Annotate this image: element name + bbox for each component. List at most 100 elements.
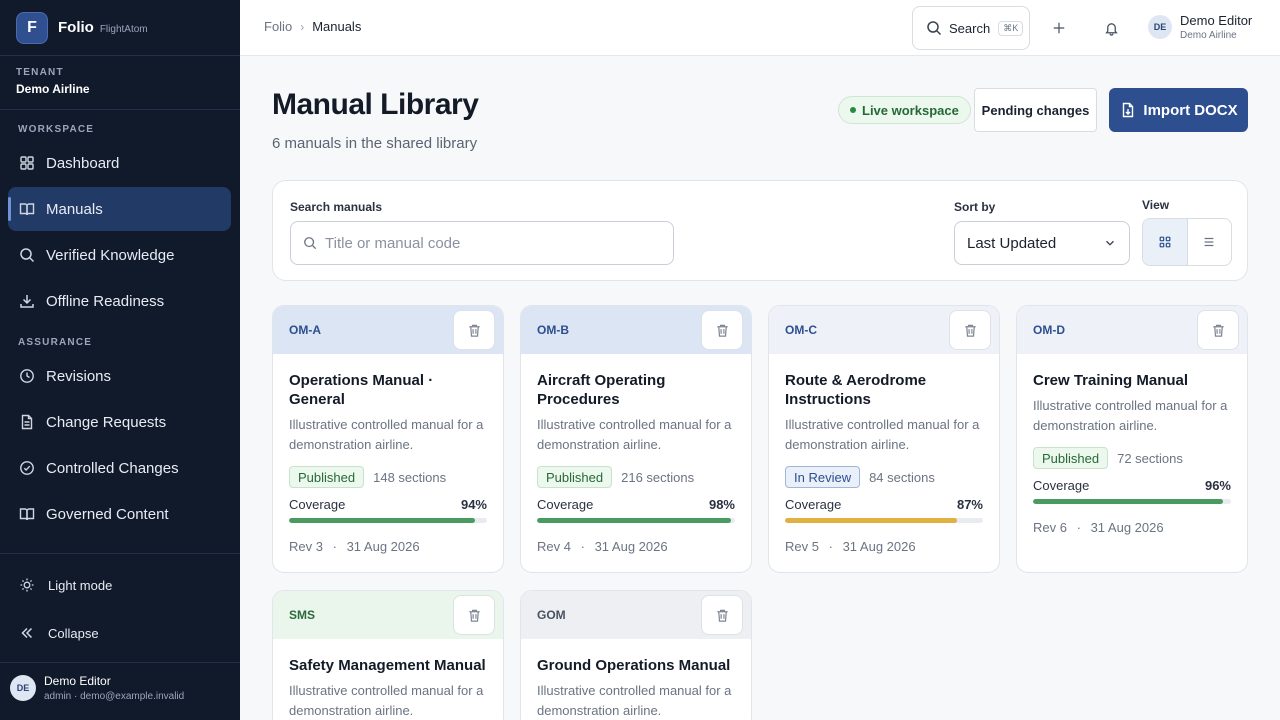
- manual-card[interactable]: OM-D Crew Training Manual Illustrative c…: [1016, 305, 1248, 573]
- tenant-label: TENANT: [16, 67, 64, 78]
- filter-panel: Search manuals Sort by Last Updated View: [272, 180, 1248, 281]
- revision-date: 31 Aug 2026: [594, 539, 668, 554]
- search-icon: [18, 246, 36, 264]
- section-label-workspace: WORKSPACE: [18, 124, 95, 135]
- revision: Rev 4: [537, 539, 571, 554]
- sidebar-item-governed-content[interactable]: Governed Content: [8, 492, 231, 536]
- manual-description: Illustrative controlled manual for a dem…: [537, 417, 732, 452]
- live-workspace-badge: Live workspace: [838, 96, 971, 124]
- double-chevron-left-icon: [18, 624, 36, 642]
- delete-button[interactable]: [701, 310, 743, 350]
- manual-description: Illustrative controlled manual for a dem…: [1033, 398, 1228, 433]
- sort-select[interactable]: Last Updated: [954, 221, 1130, 265]
- delete-button[interactable]: [1197, 310, 1239, 350]
- sidebar-item-offline-readiness[interactable]: Offline Readiness: [8, 279, 231, 323]
- list-icon: [1204, 237, 1214, 247]
- coverage-bar: [537, 518, 735, 523]
- book-icon: [18, 200, 36, 218]
- delete-button[interactable]: [701, 595, 743, 635]
- delete-button[interactable]: [949, 310, 991, 350]
- page-subtitle: 6 manuals in the shared library: [272, 135, 478, 152]
- sidebar-item-label: Controlled Changes: [46, 459, 179, 477]
- manual-card[interactable]: OM-C Route & Aerodrome Instructions Illu…: [768, 305, 1000, 573]
- bell-icon: [1104, 22, 1118, 36]
- manual-description: Illustrative controlled manual for a dem…: [785, 417, 980, 452]
- sidebar-user[interactable]: DE Demo Editor admin · demo@example.inva…: [10, 674, 184, 702]
- manual-code: OM-D: [1033, 323, 1065, 337]
- sidebar-item-label: Verified Knowledge: [46, 246, 175, 264]
- sidebar-item-label: Dashboard: [46, 154, 120, 172]
- document-icon: [18, 413, 36, 431]
- sidebar-item-verified-knowledge[interactable]: Verified Knowledge: [8, 233, 231, 277]
- collapse-label: Collapse: [48, 625, 99, 641]
- manual-code: OM-C: [785, 323, 817, 337]
- clock-icon: [18, 367, 36, 385]
- manual-card[interactable]: OM-B Aircraft Operating Procedures Illus…: [520, 305, 752, 573]
- user-meta: admin · demo@example.invalid: [44, 691, 185, 702]
- user-menu[interactable]: DE Demo Editor Demo Airline: [1148, 13, 1252, 41]
- manual-code: OM-A: [289, 323, 321, 337]
- coverage-percent: 98%: [708, 497, 735, 512]
- breadcrumb-root[interactable]: Folio: [264, 19, 292, 34]
- coverage-bar: [785, 518, 983, 523]
- sidebar-item-controlled-changes[interactable]: Controlled Changes: [8, 446, 231, 490]
- search-icon: [925, 19, 943, 37]
- sidebar-item-change-requests[interactable]: Change Requests: [8, 400, 231, 444]
- live-workspace-label: Live workspace: [862, 102, 959, 118]
- view-toggle: [1142, 218, 1232, 266]
- list-view-button[interactable]: [1188, 219, 1232, 265]
- coverage-label: Coverage: [289, 497, 346, 512]
- manual-description: Illustrative controlled manual for a dem…: [289, 683, 484, 718]
- collapse-button[interactable]: Collapse: [18, 624, 99, 642]
- revision-date: 31 Aug 2026: [1090, 520, 1164, 535]
- coverage-bar: [289, 518, 487, 523]
- status-badge: Published: [537, 466, 613, 488]
- status-dot-icon: [850, 107, 856, 113]
- manual-card[interactable]: SMS Safety Management Manual Illustrativ…: [272, 590, 504, 720]
- revision: Rev 3: [289, 539, 323, 554]
- manual-card[interactable]: OM-A Operations Manual · General Illustr…: [272, 305, 504, 573]
- manual-description: Illustrative controlled manual for a dem…: [537, 683, 732, 718]
- coverage-percent: 87%: [956, 497, 983, 512]
- user-name: Demo Editor: [44, 674, 111, 688]
- avatar: DE: [10, 675, 36, 701]
- manual-code: GOM: [537, 608, 566, 622]
- chevron-right-icon: ›: [300, 19, 305, 34]
- grid-view-button[interactable]: [1143, 219, 1188, 265]
- notifications-button[interactable]: [1100, 17, 1122, 39]
- status-badge: In Review: [785, 466, 861, 488]
- global-search-button[interactable]: Search ⌘K: [912, 6, 1030, 50]
- tenant-block: TENANT Demo Airline: [16, 67, 90, 96]
- search-manuals-label: Search manuals: [290, 200, 383, 214]
- brand[interactable]: F Folio FlightAtom: [0, 0, 240, 56]
- delete-button[interactable]: [453, 595, 495, 635]
- sidebar-item-manuals[interactable]: Manuals: [8, 187, 231, 231]
- add-button[interactable]: [1048, 17, 1070, 39]
- manual-card[interactable]: GOM Ground Operations Manual Illustrativ…: [520, 590, 752, 720]
- light-mode-label: Light mode: [48, 577, 113, 593]
- sort-value: Last Updated: [967, 234, 1057, 252]
- search-manuals-field[interactable]: [290, 221, 674, 265]
- sidebar-item-revisions[interactable]: Revisions: [8, 354, 231, 398]
- topbar: Folio › Manuals Search ⌘K DE Demo Editor…: [240, 0, 1280, 56]
- breadcrumb-current: Manuals: [312, 19, 362, 34]
- breadcrumb: Folio › Manuals: [264, 19, 361, 34]
- coverage-label: Coverage: [1033, 478, 1090, 493]
- manual-title: Safety Management Manual: [289, 657, 486, 674]
- user-name: Demo Editor: [1180, 13, 1253, 28]
- manual-title: Aircraft Operating Procedures: [537, 372, 666, 408]
- status-badge: Published: [289, 466, 365, 488]
- sidebar-divider: [0, 553, 240, 554]
- light-mode-toggle[interactable]: Light mode: [18, 576, 112, 594]
- import-docx-button[interactable]: Import DOCX: [1109, 88, 1248, 132]
- coverage-bar: [1033, 499, 1231, 504]
- separator: ·: [1076, 520, 1081, 535]
- separator: ·: [332, 539, 337, 554]
- user-org: Demo Airline: [1180, 30, 1237, 41]
- pending-changes-button[interactable]: Pending changes: [974, 88, 1097, 132]
- search-manuals-input[interactable]: [325, 234, 645, 252]
- section-count: 84 sections: [869, 469, 935, 485]
- sidebar-item-dashboard[interactable]: Dashboard: [8, 141, 231, 185]
- delete-button[interactable]: [453, 310, 495, 350]
- separator: ·: [580, 539, 585, 554]
